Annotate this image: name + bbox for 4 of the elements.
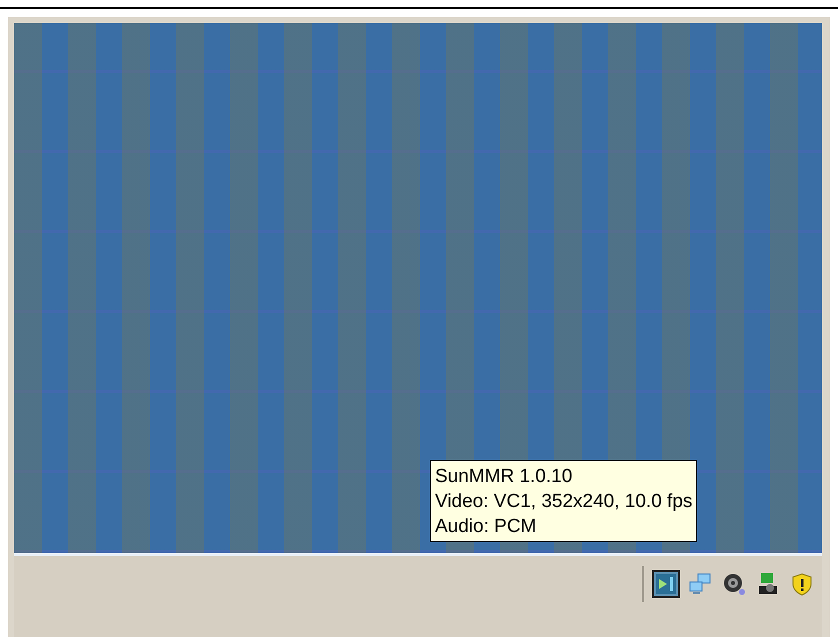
- tooltip-line: SunMMR 1.0.10: [435, 465, 574, 489]
- media-tray-icon[interactable]: [652, 570, 680, 598]
- tooltip-line: Video: VC1, 352x240, 10.0 fps: [435, 490, 692, 514]
- tooltip-line: Audio: PCM: [435, 515, 538, 539]
